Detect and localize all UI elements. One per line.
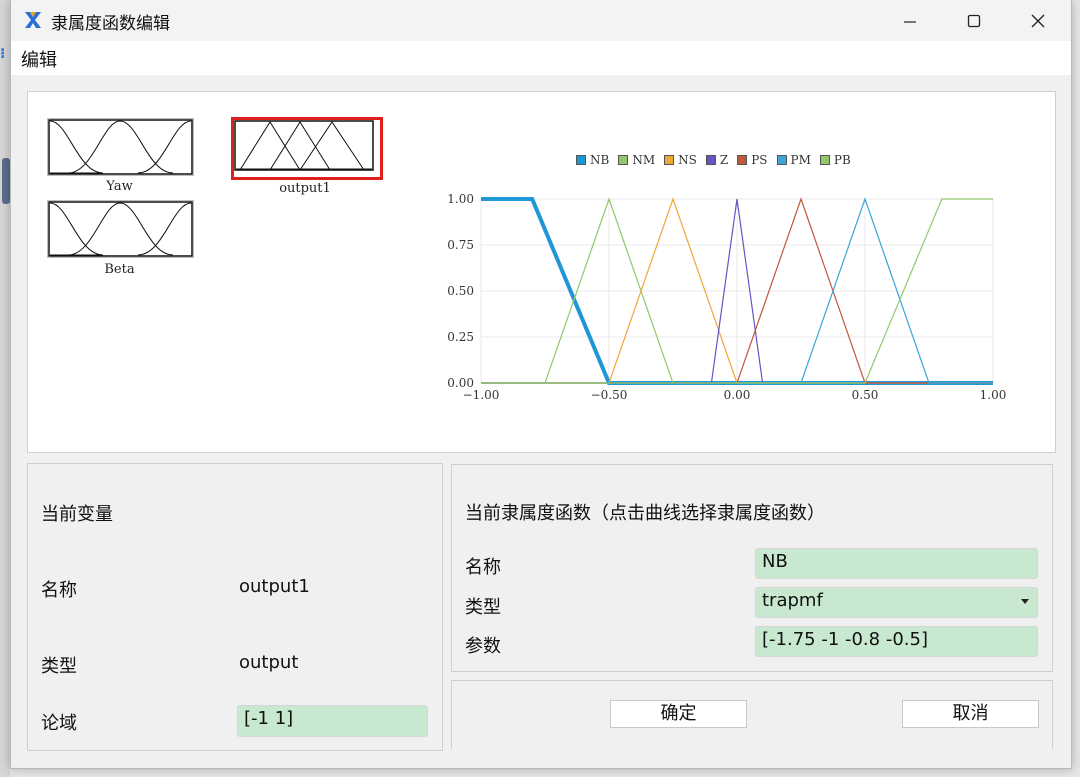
close-icon <box>1031 14 1045 27</box>
y-tick-label: 1.00 <box>447 192 474 206</box>
x-tick-label: 0.50 <box>852 388 879 402</box>
menu-bar: 编辑 <box>11 41 1071 75</box>
variable-name-value: output1 <box>239 576 310 597</box>
title-bar[interactable]: 隶属度函数编辑 <box>11 0 1071 41</box>
minimize-icon <box>904 20 916 23</box>
ok-button[interactable]: 确定 <box>610 700 747 728</box>
background-app-icon: ⁝ <box>0 46 6 62</box>
x-tick-label: −0.50 <box>591 388 628 402</box>
maximize-button[interactable] <box>943 0 1005 41</box>
dialog-button-panel: 确定 取消 <box>451 680 1053 749</box>
maximize-icon <box>967 14 981 27</box>
dropdown-arrow-icon <box>1021 599 1029 604</box>
mf-type-label: 类型 <box>465 597 501 618</box>
mf-params-input[interactable]: [-1.75 -1 -0.8 -0.5] <box>755 626 1038 657</box>
y-tick-label: 0.75 <box>447 238 474 252</box>
current-variable-heading: 当前变量 <box>41 504 113 525</box>
mf-type-select[interactable]: trapmf <box>755 587 1038 618</box>
x-tick-label: 1.00 <box>980 388 1007 402</box>
current-variable-panel: 当前变量 名称 output1 类型 output 论域 [-1 1] <box>27 463 443 751</box>
variable-range-input[interactable]: [-1 1] <box>237 705 428 737</box>
mf-name-label: 名称 <box>465 557 501 578</box>
current-mf-panel: 当前隶属度函数（点击曲线选择隶属度函数） 名称 NB 类型 trapmf 参数 … <box>451 464 1053 672</box>
menu-edit[interactable]: 编辑 <box>21 46 57 72</box>
minimize-button[interactable] <box>879 0 941 41</box>
variable-name-label: 名称 <box>41 580 77 601</box>
cancel-button[interactable]: 取消 <box>902 700 1039 728</box>
variable-type-label: 类型 <box>41 656 77 677</box>
window-title: 隶属度函数编辑 <box>51 14 170 34</box>
mf-chart[interactable]: 0.000.250.500.751.00−1.00 −0.50 0.00 0.50 1.… <box>28 92 1055 452</box>
mf-editor-window: 隶属度函数编辑 编辑 Yaw Beta output1 NB NM NS Z P… <box>10 0 1072 769</box>
x-tick-label: −1.00 <box>463 388 500 402</box>
mf-type-value: trapmf <box>762 590 823 611</box>
y-tick-label: 0.25 <box>447 330 474 344</box>
close-button[interactable] <box>1007 0 1069 41</box>
variable-range-label: 论域 <box>41 713 77 734</box>
variable-type-value: output <box>239 652 299 673</box>
app-logo-icon <box>25 12 41 28</box>
y-tick-label: 0.50 <box>447 284 474 298</box>
x-tick-label: 0.00 <box>724 388 751 402</box>
mf-plot-panel: Yaw Beta output1 NB NM NS Z PS PM PB 0.0… <box>27 91 1056 453</box>
background-window-edge <box>0 0 10 777</box>
current-mf-heading: 当前隶属度函数（点击曲线选择隶属度函数） <box>465 503 825 524</box>
background-tab <box>2 158 10 204</box>
mf-name-input[interactable]: NB <box>755 548 1038 579</box>
mf-params-label: 参数 <box>465 636 501 657</box>
